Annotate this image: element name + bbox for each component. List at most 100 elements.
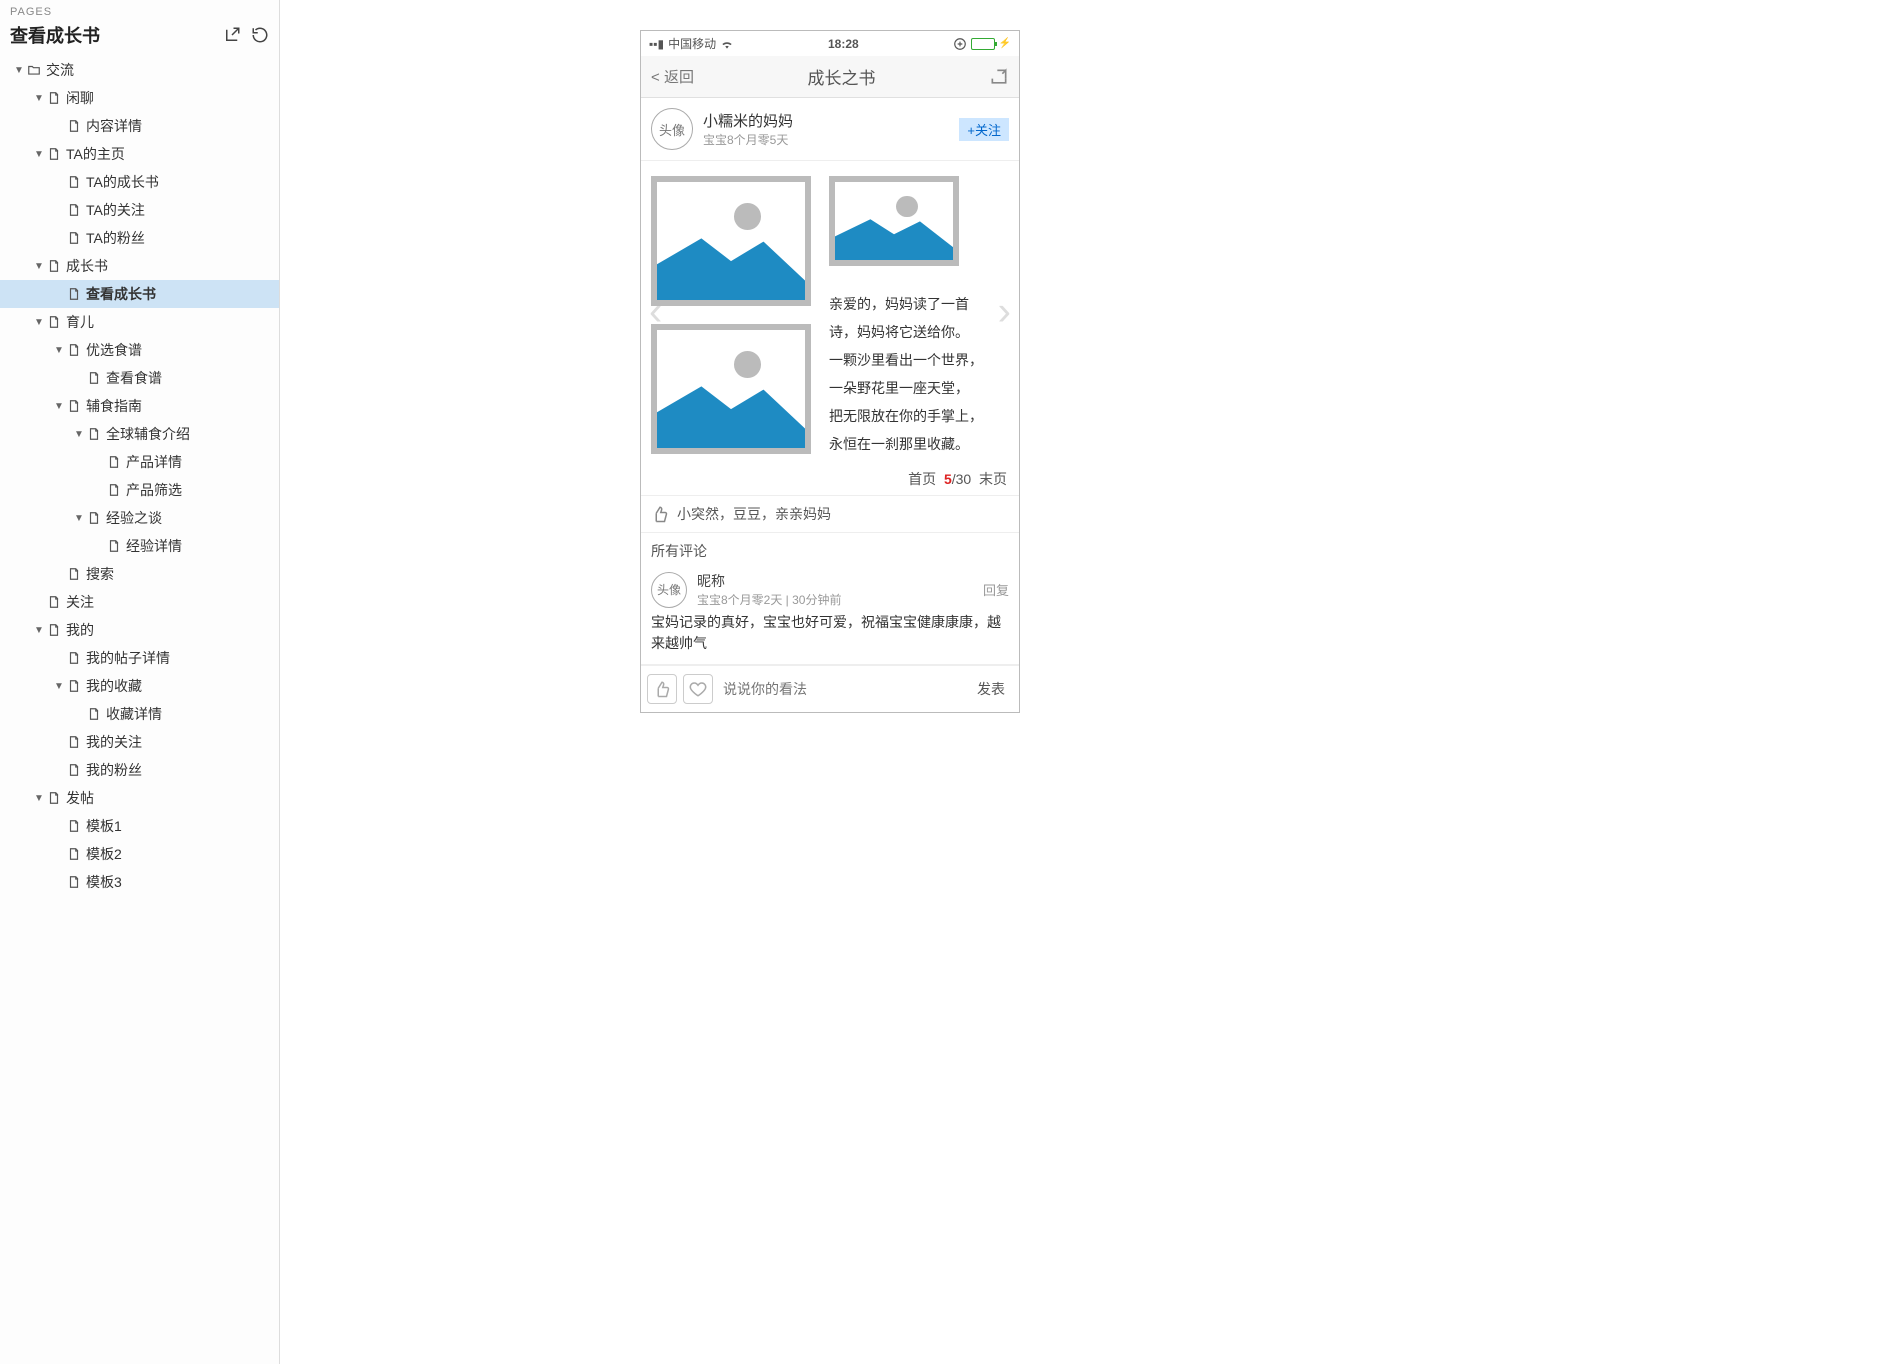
tree-item[interactable]: ▼ 辅食指南 (0, 392, 279, 420)
status-bar: ▪▪▮ 中国移动 18:28 ⚡ (641, 31, 1019, 56)
tree-item[interactable]: 我的帖子详情 (0, 644, 279, 672)
page-icon (86, 427, 102, 441)
tree-item-label: 闲聊 (66, 88, 94, 108)
tree-item[interactable]: ▼全球辅食介绍 (0, 420, 279, 448)
tree-item-label: 辅食指南 (86, 396, 142, 416)
refresh-icon[interactable] (251, 26, 269, 44)
tree-item-label: 我的粉丝 (86, 760, 142, 780)
tree-item-label: 我的收藏 (86, 676, 142, 696)
tree-item[interactable]: ▼优选食谱 (0, 336, 279, 364)
tree-item[interactable]: 模板1 (0, 812, 279, 840)
favorite-button[interactable] (683, 674, 713, 704)
tree-item-label: 成长书 (66, 256, 108, 276)
tree-item[interactable]: TA的粉丝 (0, 224, 279, 252)
export-icon[interactable] (223, 26, 241, 44)
like-button[interactable] (647, 674, 677, 704)
tree-item-label: TA的成长书 (86, 172, 159, 192)
chevron-down-icon[interactable]: ▼ (32, 793, 46, 804)
comment-item: 头像 昵称 宝宝8个月零2天 | 30分钟前 回复 宝妈记录的真好，宝宝也好可爱… (641, 565, 1019, 665)
page-icon (46, 595, 62, 609)
tree-item-label: 我的关注 (86, 732, 142, 752)
tree-item[interactable]: ▼ 我的收藏 (0, 672, 279, 700)
tree-item[interactable]: 收藏详情 (0, 700, 279, 728)
tree-item[interactable]: 我的粉丝 (0, 756, 279, 784)
avatar[interactable]: 头像 (651, 108, 693, 150)
tree-item-label: TA的粉丝 (86, 228, 145, 248)
avatar[interactable]: 头像 (651, 572, 687, 608)
first-page-link[interactable]: 首页 (908, 471, 936, 487)
page-icon (66, 567, 82, 581)
next-arrow-icon[interactable]: › (998, 290, 1011, 335)
page-icon (66, 819, 82, 833)
author-row: 头像 小糯米的妈妈 宝宝8个月零5天 +关注 (641, 98, 1019, 161)
chevron-down-icon[interactable]: ▼ (52, 401, 66, 412)
tree-item[interactable]: ▼ 闲聊 (0, 84, 279, 112)
tree-item[interactable]: ▼ 成长书 (0, 252, 279, 280)
page-icon (46, 315, 62, 329)
tree-item[interactable]: 内容详情 (0, 112, 279, 140)
page-icon (86, 707, 102, 721)
chevron-down-icon[interactable]: ▼ (72, 429, 86, 440)
page-icon (66, 231, 82, 245)
gallery: ‹ › 亲爱的，妈妈读了一首 诗，妈妈将它送给你。 一颗沙里看出一个世界， 一朵… (641, 161, 1019, 463)
tree-item[interactable]: 查看食谱 (0, 364, 279, 392)
tree-item[interactable]: 模板2 (0, 840, 279, 868)
tree-item[interactable]: TA的关注 (0, 196, 279, 224)
tree-item[interactable]: ▼ 经验之谈 (0, 504, 279, 532)
chevron-down-icon[interactable]: ▼ (32, 93, 46, 104)
tree-item-label: 交流 (46, 60, 74, 80)
wifi-icon (720, 39, 734, 49)
page-icon (86, 371, 102, 385)
tree-item-label: 查看食谱 (106, 368, 162, 388)
chevron-down-icon[interactable]: ▼ (32, 625, 46, 636)
chevron-down-icon[interactable]: ▼ (72, 513, 86, 524)
tree-item[interactable]: 经验详情 (0, 532, 279, 560)
chevron-down-icon[interactable]: ▼ (12, 65, 26, 76)
tree-item[interactable]: ▼我的 (0, 616, 279, 644)
chevron-down-icon[interactable]: ▼ (52, 345, 66, 356)
tree-item-label: 经验之谈 (106, 508, 162, 528)
tree-item[interactable]: ▼ 交流 (0, 56, 279, 84)
image-placeholder[interactable] (651, 324, 811, 454)
tree-item-label: 育儿 (66, 312, 94, 332)
page-tree[interactable]: ▼ 交流 ▼ 闲聊内容详情 ▼ TA的主页 TA的成长书 TA的关注 TA的粉丝 ▼ 成长书查看成长… (0, 56, 279, 1364)
thumb-up-icon[interactable] (651, 505, 669, 523)
tree-item-label: 我的帖子详情 (86, 648, 170, 668)
page-icon (66, 203, 82, 217)
chevron-down-icon[interactable]: ▼ (32, 261, 46, 272)
tree-item[interactable]: 产品详情 (0, 448, 279, 476)
signal-icon: ▪▪▮ (649, 37, 664, 51)
page-icon (66, 679, 82, 693)
follow-button[interactable]: +关注 (959, 118, 1009, 141)
tree-item[interactable]: 查看成长书 (0, 280, 279, 308)
page-icon (46, 91, 62, 105)
tree-item[interactable]: ▼发帖 (0, 784, 279, 812)
tree-item[interactable]: ▼ TA的主页 (0, 140, 279, 168)
image-placeholder[interactable] (829, 176, 959, 266)
image-placeholder[interactable] (651, 176, 811, 306)
tree-item[interactable]: TA的成长书 (0, 168, 279, 196)
tree-item-label: 产品详情 (126, 452, 182, 472)
comment-input[interactable] (719, 677, 963, 701)
tree-item[interactable]: 搜索 (0, 560, 279, 588)
tree-item[interactable]: 我的关注 (0, 728, 279, 756)
last-page-link[interactable]: 末页 (979, 471, 1007, 487)
tree-item[interactable]: 产品筛选 (0, 476, 279, 504)
page-icon (46, 147, 62, 161)
total-pages: 30 (956, 471, 972, 487)
chevron-down-icon[interactable]: ▼ (32, 149, 46, 160)
chevron-down-icon[interactable]: ▼ (32, 317, 46, 328)
page-icon (66, 735, 82, 749)
reply-button[interactable]: 回复 (983, 580, 1009, 599)
author-subtitle: 宝宝8个月零5天 (703, 131, 949, 148)
tree-item[interactable]: 关注 (0, 588, 279, 616)
share-icon[interactable] (989, 67, 1009, 87)
phone-mockup: ▪▪▮ 中国移动 18:28 ⚡ < 返回 成长之书 (640, 30, 1020, 713)
send-button[interactable]: 发表 (969, 679, 1013, 699)
tree-item[interactable]: 模板3 (0, 868, 279, 896)
back-button[interactable]: < 返回 (651, 66, 694, 87)
likers-list: 小突然，豆豆，亲亲妈妈 (677, 504, 831, 524)
chevron-down-icon[interactable]: ▼ (52, 681, 66, 692)
tree-item-label: TA的主页 (66, 144, 125, 164)
tree-item[interactable]: ▼ 育儿 (0, 308, 279, 336)
